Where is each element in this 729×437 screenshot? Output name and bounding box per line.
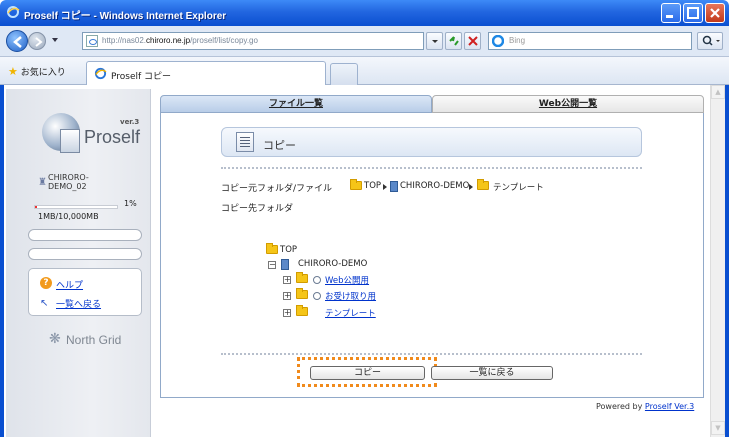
tree-root[interactable]: TOP: [280, 245, 297, 255]
minimize-icon: [666, 15, 673, 18]
breadcrumb-folder-icon-2: [477, 179, 489, 191]
star-icon: ★: [8, 65, 18, 78]
maximize-button[interactable]: [683, 3, 703, 23]
back-to-list-button[interactable]: 一覧に戻る: [431, 366, 553, 380]
back-to-list-link[interactable]: 一覧へ戻る: [56, 297, 101, 310]
radio-receive[interactable]: [313, 292, 321, 300]
url-prefix: http://nas02.: [102, 36, 147, 45]
tree-folder-icon: [296, 288, 308, 300]
radio-web-public[interactable]: [313, 276, 321, 284]
bing-icon: [492, 35, 504, 47]
version-label: ver.3: [120, 118, 140, 126]
tab-web-public-list[interactable]: Web公開一覧: [432, 95, 704, 113]
proself-link[interactable]: Proself Ver.3: [645, 402, 694, 411]
stop-button[interactable]: [464, 32, 481, 50]
tree-group-icon: [281, 259, 289, 270]
ie-icon: [7, 6, 20, 18]
tree-folder-icon: [296, 305, 308, 317]
back-nav-button[interactable]: [6, 30, 28, 52]
breadcrumb-sep-icon: [383, 184, 387, 190]
user-name: CHIRORO- DEMO_02: [48, 173, 89, 191]
tree-item-web-public[interactable]: Web公開用: [325, 274, 369, 286]
copy-page-icon: [236, 132, 254, 152]
tree-item-receive[interactable]: お受け取り用: [325, 290, 376, 302]
destination-label: コピー先フォルダ: [221, 204, 294, 214]
divider-bottom: [221, 353, 642, 355]
forward-nav-button[interactable]: [28, 32, 46, 50]
refresh-icon: [449, 36, 459, 46]
tab-label: Proself コピー: [111, 72, 172, 82]
tab-file-list[interactable]: ファイル一覧: [160, 95, 432, 113]
tree-folder-icon: [296, 272, 308, 284]
history-dropdown-icon[interactable]: [52, 38, 58, 42]
title-bar: Proself コピー - Windows Internet Explorer: [0, 0, 729, 26]
tree-expand-icon[interactable]: +: [283, 276, 291, 284]
window-title: Proself コピー - Windows Internet Explorer: [24, 11, 227, 22]
north-grid-icon: ❋: [49, 331, 61, 347]
proself-logo-box: [60, 129, 80, 153]
search-input[interactable]: Bing: [488, 32, 692, 50]
breadcrumb-top: TOP: [364, 181, 382, 191]
tree-expand-icon[interactable]: +: [283, 309, 291, 317]
proself-logo: Proself: [84, 127, 141, 147]
tree-chiroro-demo[interactable]: CHIRORO-DEMO: [298, 259, 367, 269]
divider-top: [221, 167, 642, 169]
scroll-down-icon[interactable]: ▼: [711, 421, 725, 435]
forward-arrow-icon: [35, 37, 43, 47]
close-button[interactable]: [705, 3, 725, 23]
user-icon: ♜: [38, 177, 47, 188]
breadcrumb-chiroro: CHIRORO-DEMO: [400, 181, 470, 191]
user-name-line1: CHIRORO-: [48, 173, 89, 182]
back-arrow-icon: ↖: [40, 298, 49, 309]
close-icon: [710, 8, 720, 18]
help-icon: ?: [40, 277, 52, 289]
copy-button[interactable]: コピー: [310, 366, 425, 380]
scroll-up-icon[interactable]: ▲: [711, 85, 725, 99]
refresh-button[interactable]: [445, 32, 462, 50]
favorites-bar: ★ お気に入り Proself コピー: [0, 57, 729, 85]
main-tabs: ファイル一覧 Web公開一覧: [160, 95, 704, 113]
maximize-icon: [687, 7, 699, 19]
new-tab-button[interactable]: [330, 63, 358, 85]
page-icon: [86, 35, 98, 47]
quota-text: 1MB/10,000MB: [38, 212, 99, 221]
quota-fill: [35, 206, 37, 208]
address-input[interactable]: http://nas02.chiroro.ne.jp/proself/list/…: [82, 32, 424, 50]
page-title: コピー: [263, 139, 296, 152]
scrollbar[interactable]: ▲ ▼: [710, 85, 725, 437]
north-grid-logo: North Grid: [66, 333, 122, 347]
url-path: /proself/list/copy.go: [190, 36, 258, 45]
breadcrumb-group-icon: [390, 181, 398, 192]
powered-prefix: Powered by: [596, 402, 643, 411]
search-placeholder: Bing: [509, 36, 526, 45]
favorites-button[interactable]: ★ お気に入り: [8, 65, 66, 78]
user-name-line2: DEMO_02: [48, 182, 87, 191]
help-link[interactable]: ヘルプ: [56, 278, 83, 291]
tree-expand-icon[interactable]: +: [283, 292, 291, 300]
search-button[interactable]: [697, 32, 723, 50]
address-dropdown-button[interactable]: [426, 32, 443, 50]
search-icon: [702, 35, 720, 46]
breadcrumb-sep-icon-2: [469, 184, 473, 190]
minimize-button[interactable]: [661, 3, 681, 23]
ie-tab-icon: [94, 67, 107, 80]
stop-icon: [468, 36, 478, 46]
powered-by: Powered by Proself Ver.3: [596, 402, 694, 411]
address-bar: http://nas02.chiroro.ne.jp/proself/list/…: [0, 26, 729, 57]
browser-tab[interactable]: Proself コピー: [86, 61, 326, 85]
sidebar-blank-field-1: [28, 229, 142, 241]
source-label: コピー元フォルダ/ファイル: [221, 184, 333, 194]
tree-root-folder-icon: [266, 243, 278, 255]
tree-item-template[interactable]: テンプレート: [325, 307, 376, 319]
back-arrow-icon: [13, 36, 22, 48]
quota-bar: [34, 205, 118, 209]
breadcrumb-template: テンプレート: [493, 183, 544, 193]
tree-collapse-icon[interactable]: −: [268, 261, 276, 269]
url-domain: chiroro.ne.jp: [146, 36, 191, 45]
breadcrumb-folder-icon: [350, 179, 362, 191]
chevron-down-icon: [432, 40, 438, 43]
favorites-label: お気に入り: [20, 68, 66, 78]
sidebar-blank-field-2: [28, 248, 142, 260]
quota-percent: 1%: [124, 199, 137, 208]
